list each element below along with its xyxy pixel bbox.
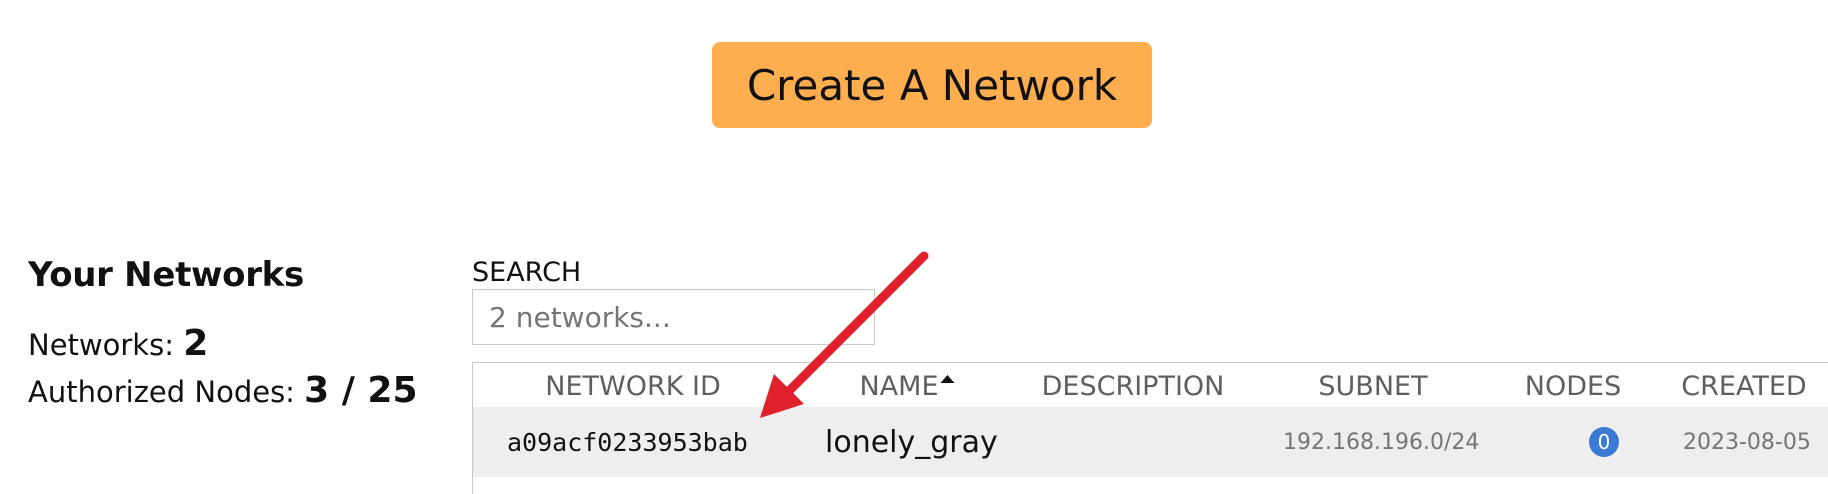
column-header-nodes[interactable]: NODES	[1525, 371, 1621, 402]
networks-count-line: Networks: 2	[28, 321, 418, 368]
column-header-name[interactable]: NAME	[859, 371, 955, 402]
your-networks-heading: Your Networks	[28, 255, 304, 295]
create-network-button[interactable]: Create A Network	[712, 42, 1152, 128]
column-header-created[interactable]: CREATED	[1681, 371, 1806, 402]
subnet-cell: 192.168.196.0/24	[1283, 429, 1480, 455]
column-header-name-label: NAME	[859, 371, 939, 402]
authorized-nodes-line: Authorized Nodes: 3 / 25	[28, 368, 418, 415]
networks-summary: Your Networks Networks: 2 Authorized Nod…	[28, 255, 418, 415]
created-date-cell: 2023-08-05	[1683, 429, 1811, 455]
authorized-nodes-label: Authorized Nodes:	[28, 375, 295, 409]
nodes-count-badge: 0	[1589, 427, 1619, 457]
table-row[interactable]: a09acf0233953bab lonely_gray 192.168.196…	[473, 407, 1828, 477]
network-id-cell[interactable]: a09acf0233953bab	[507, 407, 748, 477]
column-header-subnet[interactable]: SUBNET	[1318, 371, 1427, 402]
networks-count-value: 2	[183, 323, 209, 364]
caret-up-icon	[940, 375, 955, 383]
network-name-cell[interactable]: lonely_gray	[825, 407, 998, 477]
search-input[interactable]	[472, 289, 875, 345]
authorized-nodes-value: 3 / 25	[304, 370, 418, 411]
column-header-description[interactable]: DESCRIPTION	[1042, 371, 1225, 402]
column-header-network-id[interactable]: NETWORK ID	[545, 371, 721, 402]
search-label: SEARCH	[472, 257, 582, 288]
table-header: NETWORK ID NAME DESCRIPTION SUBNET NODES…	[473, 363, 1828, 407]
networks-count-label: Networks:	[28, 328, 174, 362]
nodes-cell: 0	[1589, 407, 1619, 477]
networks-table: NETWORK ID NAME DESCRIPTION SUBNET NODES…	[472, 362, 1828, 494]
